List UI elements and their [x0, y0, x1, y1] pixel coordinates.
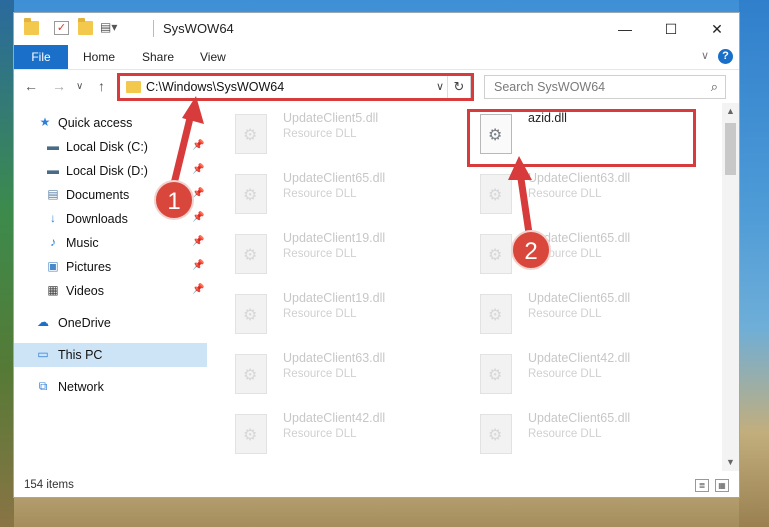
callout-1: 1 — [154, 180, 194, 220]
arrowhead-2 — [508, 156, 532, 180]
arrowhead-1 — [182, 96, 204, 124]
annotation-arrows — [168, 96, 534, 244]
callout-2: 2 — [511, 230, 551, 270]
